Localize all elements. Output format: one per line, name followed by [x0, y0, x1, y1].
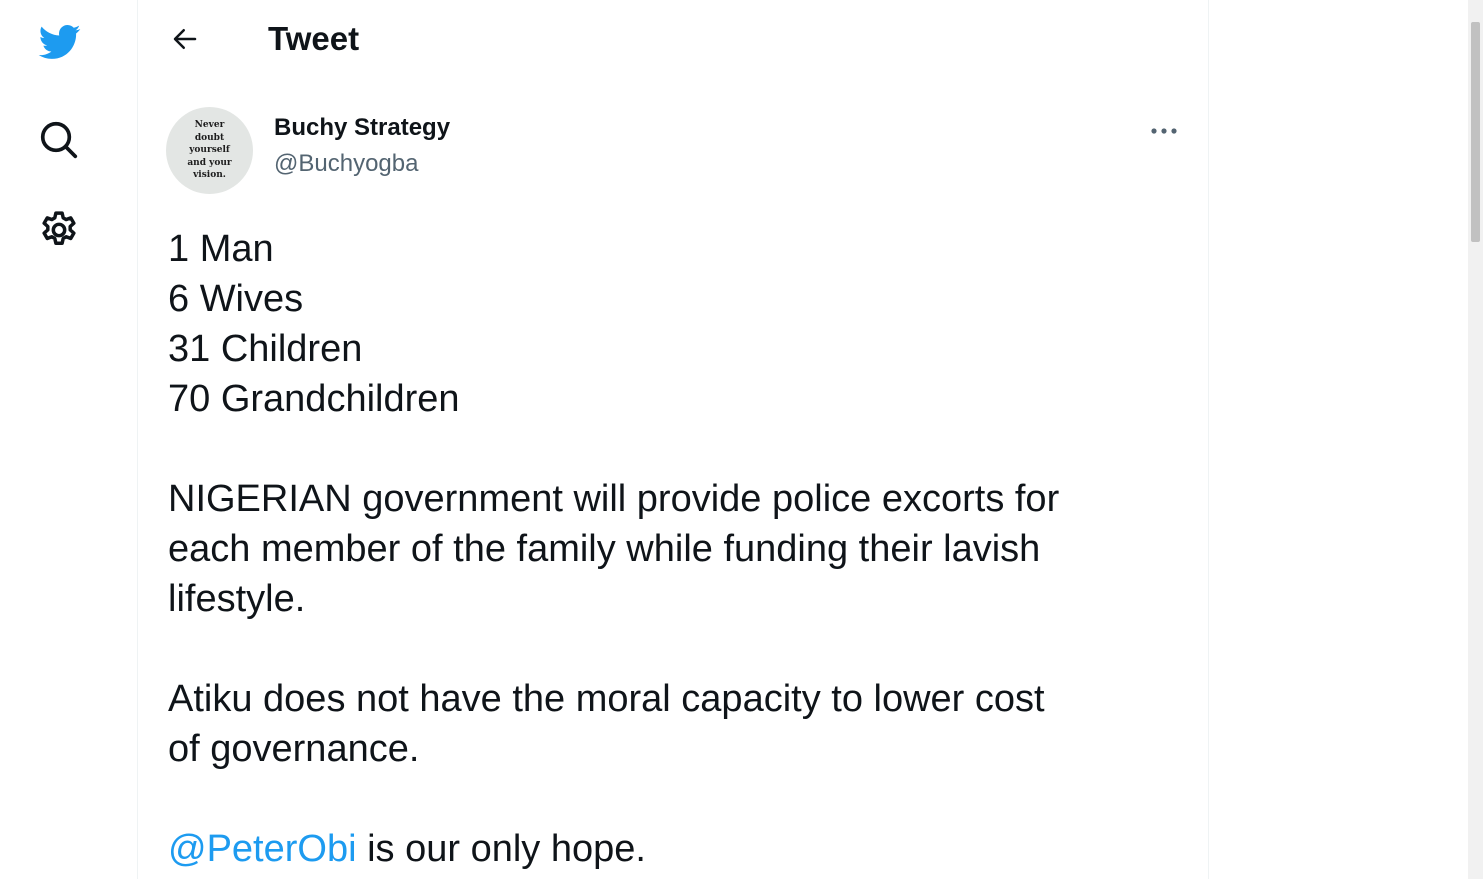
author-display-name[interactable]: Buchy Strategy — [274, 114, 450, 142]
tweet-line: 1 Man — [168, 228, 274, 270]
avatar[interactable]: Never doubt yourself and your vision. — [166, 107, 253, 194]
mention-link[interactable]: @PeterObi — [168, 828, 357, 870]
tweet-line: each member of the family while funding … — [168, 528, 1041, 570]
scrollbar-thumb[interactable] — [1471, 22, 1480, 242]
settings-button[interactable] — [24, 200, 94, 260]
tweet-line: 70 Grandchildren — [168, 378, 460, 420]
search-icon — [40, 121, 78, 159]
tweet-line: of governance. — [168, 728, 420, 770]
tweet-closing-line: @PeterObi is our only hope. — [168, 824, 1178, 874]
tweet-line: Atiku does not have the moral capacity t… — [168, 678, 1045, 720]
tweet-detail-column: Tweet Never doubt yourself and your visi… — [137, 0, 1209, 879]
page-title: Tweet — [268, 20, 360, 57]
side-nav — [0, 0, 137, 879]
tweet-line: 6 Wives — [168, 278, 304, 320]
author-handle[interactable]: @Buchyogba — [274, 150, 418, 178]
tweet-header: Tweet — [138, 0, 1208, 78]
tweet-closing-text: is our only hope. — [356, 828, 646, 870]
tweet-text: 1 Man 6 Wives 31 Children 70 Grandchildr… — [168, 224, 1178, 874]
twitter-home-button[interactable] — [24, 12, 94, 72]
explore-search-button[interactable] — [24, 110, 94, 170]
arrow-left-icon — [173, 29, 197, 49]
more-options-button[interactable] — [1143, 110, 1185, 152]
tweet-line: lifestyle. — [168, 578, 306, 620]
tweet-line: NIGERIAN government will provide police … — [168, 478, 1060, 520]
back-button[interactable] — [164, 18, 206, 60]
page-scrollbar[interactable] — [1468, 0, 1483, 879]
settings-gear-icon — [42, 211, 76, 245]
tweet-line: 31 Children — [168, 328, 363, 370]
twitter-bird-icon — [38, 25, 81, 59]
more-dots-icon — [1151, 128, 1177, 134]
avatar-quote-image: Never doubt yourself and your vision. — [187, 120, 232, 181]
